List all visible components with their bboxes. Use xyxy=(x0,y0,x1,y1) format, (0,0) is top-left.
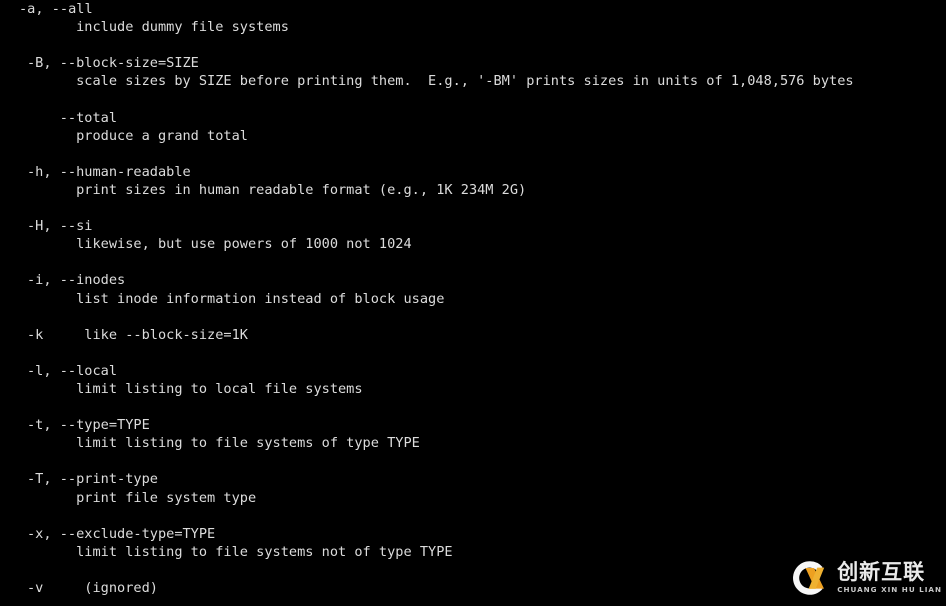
terminal-option-line: -t, --type=TYPE xyxy=(27,417,150,434)
terminal-option-line: -T, --print-type xyxy=(27,471,158,488)
terminal-option-line: --total xyxy=(27,109,118,126)
terminal-description-line: print file system type xyxy=(27,489,257,506)
terminal-description-line: limit listing to local file systems xyxy=(27,380,363,397)
terminal-option-line: -i, --inodes xyxy=(27,272,126,289)
terminal-option-line: -x, --exclude-type=TYPE xyxy=(27,525,216,542)
terminal-description-line: produce a grand total xyxy=(27,127,248,144)
terminal-option-line: -k like --block-size=1K xyxy=(27,326,248,343)
terminal-description-line: print sizes in human readable format (e.… xyxy=(27,181,527,198)
terminal-description-line: include dummy file systems xyxy=(27,19,289,36)
terminal-option-line: -l, --local xyxy=(27,362,118,379)
terminal-description-line: limit listing to file systems not of typ… xyxy=(27,543,453,560)
terminal-output: -a, --all include dummy file systems -B, … xyxy=(0,0,946,597)
terminal-description-line: limit listing to file systems of type TY… xyxy=(27,435,420,452)
terminal-window: -a, --all include dummy file systems -B, … xyxy=(0,0,946,606)
terminal-option-line: -H, --si xyxy=(27,218,93,235)
terminal-description-line: list inode information instead of block … xyxy=(27,290,445,307)
terminal-option-line: -B, --block-size=SIZE xyxy=(27,55,199,72)
terminal-option-line: -v (ignored) xyxy=(27,580,158,596)
terminal-option-line: -a, --all xyxy=(19,1,93,17)
terminal-description-line: likewise, but use powers of 1000 not 102… xyxy=(27,236,412,253)
terminal-description-line: scale sizes by SIZE before printing them… xyxy=(27,73,854,90)
terminal-option-line: -h, --human-readable xyxy=(27,163,191,180)
